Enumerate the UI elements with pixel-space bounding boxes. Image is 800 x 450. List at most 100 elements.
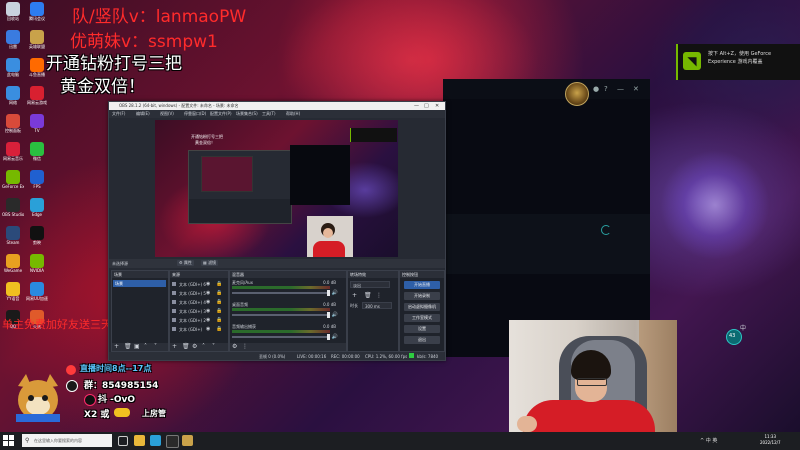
desktop-icon[interactable]: 微信 — [26, 142, 48, 161]
desktop-icon[interactable]: YY语音 — [2, 282, 24, 301]
mixer-menu-icon[interactable]: ⋮ — [242, 343, 248, 351]
remove-scene-icon[interactable]: 🗑 — [124, 343, 132, 351]
obs-menu-item[interactable]: 配置文件(P) — [210, 111, 232, 117]
desktop-icon[interactable]: 控制面板 — [2, 114, 24, 133]
taskbar-app-browser-icon[interactable] — [150, 435, 161, 446]
obs-window[interactable]: OBS 28.1.2 (64-bit, windows) - 配置文件: 未命名… — [108, 101, 446, 361]
game-close-button[interactable]: ✕ — [633, 85, 639, 93]
visibility-eye-icon[interactable]: ◉ — [206, 326, 210, 332]
scene-up-icon[interactable]: ˄ — [144, 343, 147, 351]
source-up-icon[interactable]: ˄ — [202, 343, 205, 351]
volume-fader[interactable] — [232, 292, 330, 294]
obs-titlebar[interactable]: OBS 28.1.2 (64-bit, windows) - 配置文件: 未命名… — [109, 102, 445, 110]
lock-icon[interactable]: 🔒 — [216, 281, 222, 287]
game-minimize-icon[interactable]: ● — [593, 85, 599, 93]
system-tray[interactable]: ^ 中 英 — [700, 437, 717, 444]
source-settings-icon[interactable]: ⚙ — [192, 343, 197, 351]
taskbar-app-obs-icon[interactable] — [166, 435, 179, 448]
lock-icon[interactable]: 🔒 — [216, 299, 222, 305]
source-list-item[interactable]: 文本 (GDI+) 2 ◉ 🔒 — [171, 316, 226, 324]
desktop-icon[interactable]: Steam — [2, 226, 24, 245]
game-minimize-button[interactable]: — — [617, 85, 624, 93]
desktop-icon[interactable]: Edge — [26, 198, 48, 217]
mute-speaker-icon[interactable]: 🔊 — [332, 334, 338, 340]
control-button[interactable]: 启动虚拟摄像机 — [404, 303, 440, 311]
visibility-eye-icon[interactable]: ◉ — [206, 281, 210, 287]
nvidia-notification[interactable]: ◥ 按下 Alt+Z，使用 GeForce Experience 游戏内覆盖 — [676, 44, 800, 80]
add-transition-icon[interactable]: + — [352, 292, 357, 299]
desktop-icon[interactable]: 此电脑 — [2, 58, 24, 77]
scene-down-icon[interactable]: ˅ — [154, 343, 157, 351]
floating-bubble-icon[interactable]: 43 — [726, 329, 742, 345]
obs-minimize-button[interactable]: — — [414, 103, 419, 109]
desktop-icon[interactable]: WeGame — [2, 254, 24, 273]
source-list-item[interactable]: 文本 (GDI+) 3 ◉ 🔒 — [171, 307, 226, 315]
task-view-icon[interactable] — [118, 436, 128, 446]
scene-list-item[interactable]: 场景 — [113, 280, 166, 287]
game-help-icon[interactable]: ? — [604, 85, 608, 93]
desktop-icon[interactable]: 剪映 — [26, 226, 48, 245]
volume-fader-handle[interactable] — [327, 334, 330, 340]
obs-menu-item[interactable]: 帮助(H) — [286, 111, 300, 117]
desktop-icon[interactable]: 迅雷 — [2, 30, 24, 49]
volume-fader-handle[interactable] — [327, 312, 330, 318]
source-filters-button[interactable]: ▦ 滤镜 — [201, 260, 219, 266]
lock-icon[interactable]: 🔒 — [216, 326, 222, 332]
source-list-item[interactable]: 文本 (GDI+) 6 ◉ 🔒 — [171, 280, 226, 288]
control-button[interactable]: 开始录制 — [404, 292, 440, 300]
obs-menu-item[interactable]: 视图(V) — [160, 111, 174, 117]
desktop-icon[interactable]: OBS Studio — [2, 198, 24, 217]
obs-menu-item[interactable]: 停靠窗口(D) — [184, 111, 206, 117]
desktop-icon[interactable]: NVIDIA — [26, 254, 48, 273]
source-down-icon[interactable]: ˅ — [212, 343, 215, 351]
obs-menu-item[interactable]: 工具(T) — [262, 111, 276, 117]
transition-menu-icon[interactable]: ⋮ — [376, 292, 382, 299]
mute-speaker-icon[interactable]: 🔊 — [332, 312, 338, 318]
visibility-eye-icon[interactable]: ◉ — [206, 308, 210, 314]
volume-fader-handle[interactable] — [327, 290, 330, 296]
source-properties-button[interactable]: ⚙ 属性 — [177, 260, 194, 266]
control-button[interactable]: 工作室模式 — [404, 314, 440, 322]
control-button[interactable]: 开始直播 — [404, 281, 440, 289]
lock-icon[interactable]: 🔒 — [216, 290, 222, 296]
lock-icon[interactable]: 🔒 — [216, 317, 222, 323]
obs-menu-item[interactable]: 编辑(E) — [136, 111, 150, 117]
control-button[interactable]: 退出 — [404, 336, 440, 344]
taskbar-app-game-icon[interactable] — [182, 435, 193, 446]
desktop-icon[interactable]: FPS — [26, 170, 48, 189]
desktop-icon[interactable]: 网络 — [2, 86, 24, 105]
desktop-icon[interactable]: 英雄联盟 — [26, 30, 48, 49]
taskbar-clock[interactable]: 11:33 2022/12/7 — [760, 434, 781, 446]
source-list-item[interactable]: 文本 (GDI+) 5 ◉ 🔒 — [171, 289, 226, 297]
remove-transition-icon[interactable]: 🗑 — [364, 292, 372, 299]
source-list-item[interactable]: 文本 (GDI+) ◉ 🔒 — [171, 325, 226, 333]
taskbar-app-folder-icon[interactable] — [134, 435, 145, 446]
desktop-icon[interactable]: 网易云音乐 — [2, 142, 24, 161]
obs-maximize-button[interactable]: □ — [424, 103, 429, 109]
desktop-icon[interactable]: 网易UU加速器 — [26, 282, 48, 301]
volume-fader[interactable] — [232, 336, 330, 338]
lock-icon[interactable]: 🔒 — [216, 308, 222, 314]
windows-start-icon[interactable] — [3, 435, 14, 446]
mixer-settings-icon[interactable]: ⚙ — [232, 343, 237, 351]
scene-settings-icon[interactable]: ▣ — [134, 343, 140, 351]
remove-source-icon[interactable]: 🗑 — [182, 343, 190, 351]
visibility-eye-icon[interactable]: ◉ — [206, 317, 210, 323]
desktop-icon[interactable]: 回收站 — [2, 2, 24, 21]
obs-close-button[interactable]: ✕ — [435, 103, 439, 109]
volume-fader[interactable] — [232, 314, 330, 316]
game-client-window[interactable]: ● ? — ✕ — [443, 79, 650, 357]
desktop-icon[interactable]: 腾讯会议 — [26, 2, 48, 21]
obs-menu-item[interactable]: 场景集合(S) — [236, 111, 258, 117]
obs-menu-item[interactable]: 文件(F) — [112, 111, 125, 117]
desktop-icon[interactable]: TV — [26, 114, 48, 133]
taskbar-search-box[interactable]: ⚲ 在这里输入你要搜索的内容 — [22, 434, 112, 447]
desktop-icon[interactable]: 斗鱼直播 — [26, 58, 48, 77]
transition-duration-input[interactable]: 300 ms — [362, 302, 392, 309]
visibility-eye-icon[interactable]: ◉ — [206, 299, 210, 305]
transition-type-select[interactable]: 淡出 — [350, 281, 396, 289]
source-list-item[interactable]: 文本 (GDI+) 4 ◉ 🔒 — [171, 298, 226, 306]
desktop-icon[interactable]: GeForce Experience — [2, 170, 24, 189]
control-button[interactable]: 设置 — [404, 325, 440, 333]
add-scene-icon[interactable]: + — [114, 343, 119, 351]
